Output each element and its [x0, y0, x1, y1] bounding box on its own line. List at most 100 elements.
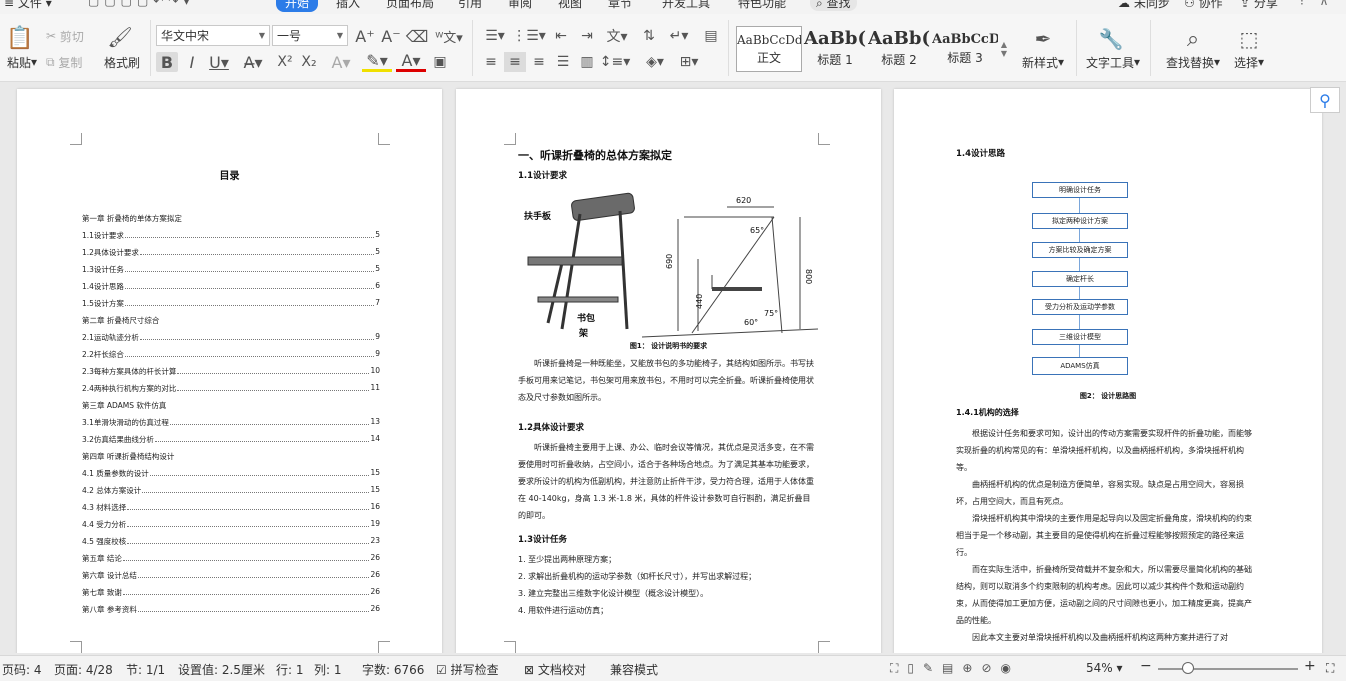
- zoom-slider-thumb[interactable]: [1182, 662, 1194, 674]
- window-controls[interactable]: ⁝ ∧: [1300, 0, 1334, 8]
- collab-button[interactable]: ⚇ 协作: [1184, 0, 1223, 11]
- toc-entry[interactable]: 4.3 材料选择 16: [82, 502, 380, 513]
- format-painter-button[interactable]: 格式刷: [100, 54, 144, 70]
- zoom-out-icon[interactable]: −: [1140, 658, 1152, 674]
- text-effect-icon[interactable]: A▾: [326, 52, 356, 72]
- toc-entry[interactable]: 1.1设计要求 5: [82, 230, 380, 241]
- show-marks-icon[interactable]: ↵▾: [664, 26, 694, 46]
- toc-entry[interactable]: 第八章 参考资料 26: [82, 604, 380, 615]
- toc-entry[interactable]: 第六章 设计总结 26: [82, 570, 380, 581]
- tab-page-layout[interactable]: 页面布局: [386, 0, 434, 11]
- view-mode-icons[interactable]: ⛶▯✎▤⊕⊘◉: [890, 661, 1020, 676]
- align-center-icon[interactable]: ≡: [504, 52, 526, 72]
- grow-font-icon[interactable]: A⁺: [354, 26, 376, 46]
- wrench-icon[interactable]: 🔧: [1098, 26, 1124, 52]
- phonetic-guide-icon[interactable]: ᵂ文▾: [434, 26, 464, 46]
- location-pin-icon[interactable]: ⚲: [1310, 87, 1340, 113]
- row-indicator[interactable]: 行: 1: [276, 661, 304, 678]
- style-heading-1[interactable]: AaBb( 标题 1: [802, 26, 868, 72]
- bold-icon[interactable]: B: [156, 52, 178, 72]
- spell-check-button[interactable]: ☑ 拼写检查: [436, 661, 499, 678]
- zoom-level[interactable]: 54% ▾: [1086, 661, 1123, 675]
- font-size-select[interactable]: 一号 ▼: [272, 25, 348, 46]
- toc-entry[interactable]: 第四章 听课折叠椅结构设计: [82, 451, 380, 462]
- share-button[interactable]: ⇪ 分享: [1240, 0, 1278, 11]
- zoom-slider-track[interactable]: [1158, 668, 1298, 670]
- col-indicator[interactable]: 列: 1: [314, 661, 342, 678]
- toc-entry[interactable]: 第一章 折叠椅的单体方案拟定: [82, 213, 380, 224]
- file-menu[interactable]: ≡ 文件 ▾: [4, 0, 52, 11]
- search-box[interactable]: ⌕ 查找: [810, 0, 857, 11]
- toc-entry[interactable]: 2.2杆长综合 9: [82, 349, 380, 360]
- toc-entry[interactable]: 2.1运动轨迹分析 9: [82, 332, 380, 343]
- format-painter-icon[interactable]: 🖌: [107, 24, 132, 50]
- increase-indent-icon[interactable]: ⇥: [576, 26, 598, 46]
- toc-entry[interactable]: 第二章 折叠椅尺寸综合: [82, 315, 380, 326]
- text-tools-button[interactable]: 文字工具 ▾: [1084, 54, 1142, 70]
- cut-button[interactable]: ✂ 剪切: [46, 28, 84, 44]
- toc-entry[interactable]: 第七章 致谢 26: [82, 587, 380, 598]
- page-number[interactable]: 页码: 4: [2, 661, 42, 678]
- table-icon[interactable]: ▤: [700, 26, 722, 46]
- distribute-icon[interactable]: ▥: [576, 52, 598, 72]
- page-count[interactable]: 页面: 4/28: [54, 661, 113, 678]
- align-right-icon[interactable]: ≡: [528, 52, 550, 72]
- select-cursor-icon[interactable]: ⬚: [1236, 26, 1262, 52]
- numbered-list-icon[interactable]: ⋮☰▾: [512, 26, 546, 46]
- bullet-list-icon[interactable]: ☰▾: [480, 26, 510, 46]
- tab-references[interactable]: 引用: [458, 0, 482, 11]
- toc-entry[interactable]: 1.3设计任务 5: [82, 264, 380, 275]
- borders-icon[interactable]: ⊞▾: [674, 52, 704, 72]
- toc-entry[interactable]: 第五章 结论 26: [82, 553, 380, 564]
- quick-access-icons[interactable]: ▢▢▢▢↶↷▾: [88, 0, 194, 8]
- align-left-icon[interactable]: ≡: [480, 52, 502, 72]
- zoom-in-icon[interactable]: +: [1304, 658, 1316, 674]
- fullscreen-icon[interactable]: ⛶: [1326, 661, 1334, 676]
- toc-entry[interactable]: 3.2仿真结果曲线分析 14: [82, 434, 380, 445]
- new-style-button[interactable]: 新样式 ▾: [1016, 54, 1070, 70]
- line-spacing-icon[interactable]: ↕≡▾: [600, 52, 631, 72]
- underline-icon[interactable]: U▾: [204, 52, 234, 72]
- tab-features[interactable]: 特色功能: [738, 0, 786, 11]
- style-normal[interactable]: AaBbCcDd 正文: [736, 26, 802, 72]
- paste-icon[interactable]: 📋: [6, 24, 34, 52]
- tab-review[interactable]: 审阅: [508, 0, 532, 11]
- toc-entry[interactable]: 2.4两种执行机构方案的对比 11: [82, 383, 380, 394]
- toc-entry[interactable]: 4.2 总体方案设计 15: [82, 485, 380, 496]
- tab-developer[interactable]: 开发工具: [662, 0, 710, 11]
- new-style-icon[interactable]: ✒: [1030, 26, 1056, 52]
- style-heading-3[interactable]: AaBbCcD 标题 3: [932, 26, 998, 72]
- toc-entry[interactable]: 4.4 受力分析 19: [82, 519, 380, 530]
- strikethrough-icon[interactable]: A̶▾: [238, 52, 268, 72]
- doc-proof-button[interactable]: ⊠ 文档校对: [524, 661, 586, 678]
- italic-icon[interactable]: I: [182, 52, 202, 72]
- decrease-indent-icon[interactable]: ⇤: [550, 26, 572, 46]
- toc-entry[interactable]: 1.4设计思路 6: [82, 281, 380, 292]
- font-color-icon[interactable]: A▾: [396, 51, 426, 72]
- select-button[interactable]: 选择 ▾: [1228, 54, 1270, 70]
- copy-button[interactable]: ⧉ 复制: [46, 54, 82, 70]
- word-count[interactable]: 字数: 6766: [362, 661, 424, 678]
- paste-button[interactable]: 粘贴 ▾: [2, 54, 42, 70]
- sort-icon[interactable]: ⇅: [638, 26, 660, 46]
- magnifier-icon[interactable]: ⌕: [1180, 26, 1206, 52]
- setting-value[interactable]: 设置值: 2.5厘米: [178, 661, 265, 678]
- justify-icon[interactable]: ☰: [552, 52, 574, 72]
- style-heading-2[interactable]: AaBb( 标题 2: [868, 26, 930, 72]
- char-border-icon[interactable]: ▣: [430, 52, 450, 72]
- font-name-select[interactable]: 华文中宋 ▼: [156, 25, 270, 46]
- shading-icon[interactable]: ◈▾: [640, 52, 670, 72]
- shrink-font-icon[interactable]: A⁻: [380, 26, 402, 46]
- section-indicator[interactable]: 节: 1/1: [126, 661, 165, 678]
- find-replace-button[interactable]: 查找替换 ▾: [1160, 54, 1226, 70]
- clear-format-icon[interactable]: ⌫: [406, 26, 429, 46]
- style-scroll-icon[interactable]: ▲ ▼: [998, 26, 1010, 72]
- toc-entry[interactable]: 3.1单滑块滑动的仿真过程 13: [82, 417, 380, 428]
- toc-entry[interactable]: 4.1 质量参数的设计 15: [82, 468, 380, 479]
- tab-home[interactable]: 开始: [276, 0, 319, 12]
- chinese-layout-icon[interactable]: 文▾: [602, 26, 632, 46]
- toc-entry[interactable]: 第三章 ADAMS 软件仿真: [82, 400, 380, 411]
- sync-status[interactable]: ☁ 未同步: [1118, 0, 1170, 11]
- toc-entry[interactable]: 4.5 强度校核 23: [82, 536, 380, 547]
- toc-entry[interactable]: 1.5设计方案 7: [82, 298, 380, 309]
